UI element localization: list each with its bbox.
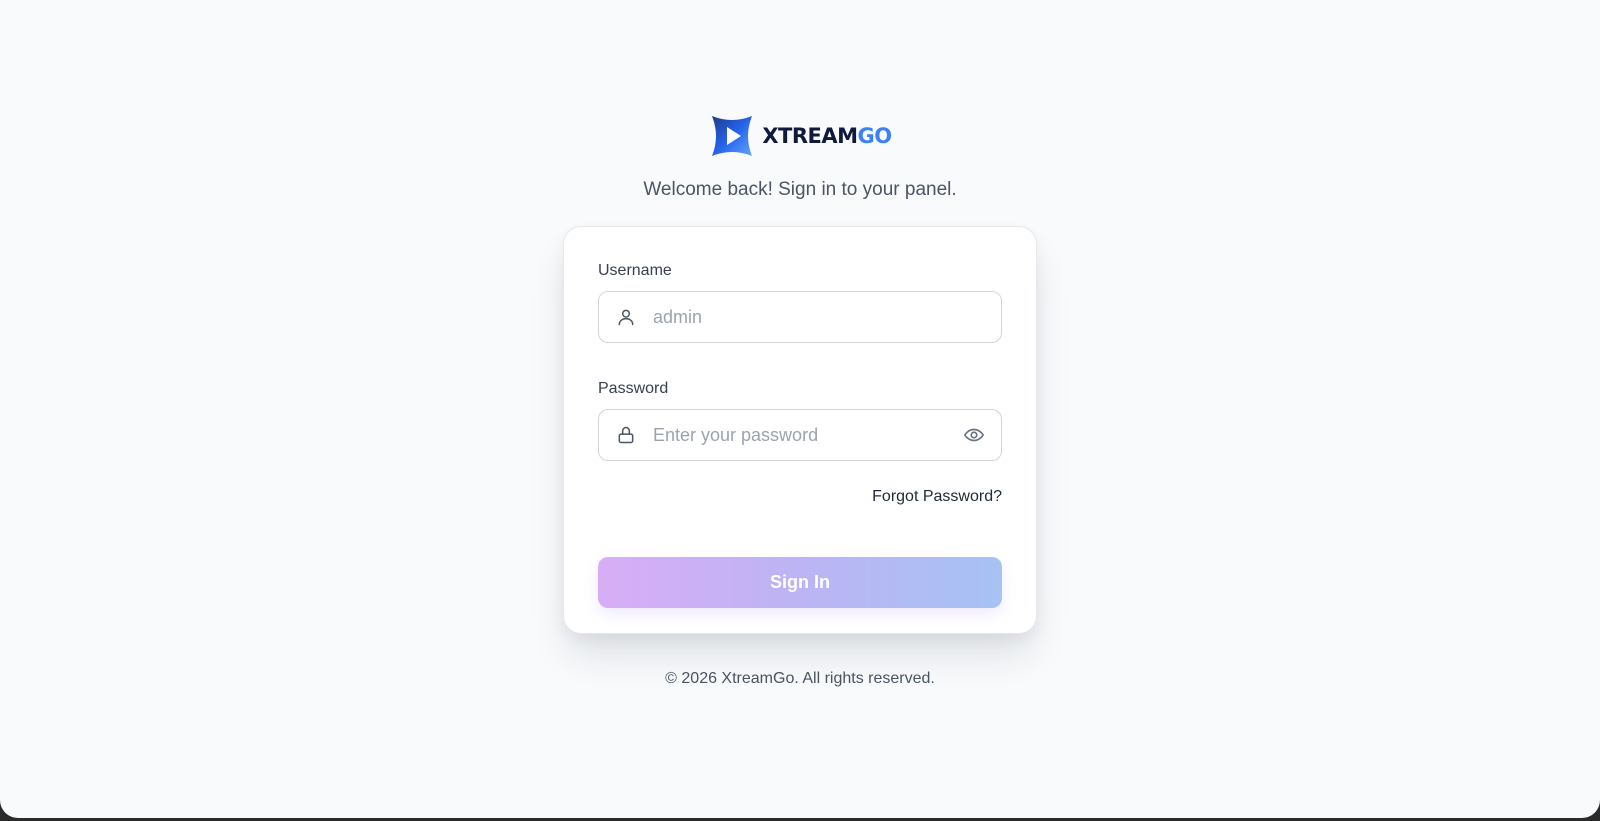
username-input[interactable] bbox=[651, 305, 985, 329]
user-icon bbox=[615, 306, 637, 328]
password-field[interactable] bbox=[598, 409, 1002, 461]
username-field[interactable] bbox=[598, 291, 1002, 343]
password-label: Password bbox=[598, 380, 669, 397]
brand-wordmark: XTREAMGO bbox=[762, 124, 893, 148]
welcome-subtitle: Welcome back! Sign in to your panel. bbox=[643, 179, 957, 200]
copyright-footer: © 2026 XtreamGo. All rights reserved. bbox=[665, 670, 935, 687]
lock-icon bbox=[615, 424, 637, 446]
brand-name-part1: XTREAM bbox=[762, 124, 858, 148]
xtreamgo-logo-icon bbox=[712, 116, 753, 156]
username-label: Username bbox=[598, 262, 672, 279]
login-page: XTREAMGO Welcome back! Sign in to your p… bbox=[0, 0, 1600, 688]
brand-logo: XTREAMGO bbox=[708, 112, 893, 160]
forgot-row: Forgot Password? bbox=[598, 488, 1002, 506]
sign-in-button[interactable]: Sign In bbox=[598, 557, 1002, 608]
brand-name-part2: GO bbox=[857, 124, 893, 148]
app-window: XTREAMGO Welcome back! Sign in to your p… bbox=[0, 0, 1600, 818]
password-input[interactable] bbox=[651, 423, 963, 447]
login-card: Username Password bbox=[563, 226, 1037, 634]
eye-icon[interactable] bbox=[963, 424, 985, 446]
forgot-password-link[interactable]: Forgot Password? bbox=[872, 488, 1002, 506]
